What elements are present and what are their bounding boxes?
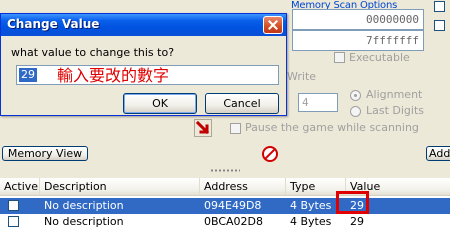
close-icon[interactable]: [263, 16, 283, 34]
right-edge-checkbox-1[interactable]: [434, 1, 445, 12]
add-address-button[interactable]: Add: [426, 146, 450, 161]
new-value-input[interactable]: 29 輸入要改的數字: [16, 65, 279, 85]
column-header-address[interactable]: Address: [200, 178, 286, 195]
table-header: Active Description Address Type Value: [0, 178, 450, 196]
stop-address-field[interactable]: 7fffffff: [292, 30, 424, 51]
stop-icon[interactable]: [262, 146, 278, 162]
column-header-description[interactable]: Description: [40, 178, 200, 195]
row-description: No description: [44, 199, 124, 212]
alignment-radio[interactable]: [350, 90, 361, 101]
dialog-prompt: what value to change this to?: [11, 46, 175, 59]
table-row[interactable]: No description 094E49D8 4 Bytes 29: [0, 198, 450, 214]
alignment-value-field[interactable]: 4: [298, 93, 338, 112]
start-address-field[interactable]: 00000000: [292, 9, 424, 30]
last-digits-label: Last Digits: [366, 104, 425, 117]
ok-button[interactable]: OK: [123, 93, 197, 114]
pause-game-label: Pause the game while scanning: [245, 121, 419, 134]
pause-game-checkbox[interactable]: [230, 123, 241, 134]
add-to-list-arrow-icon[interactable]: [194, 119, 212, 137]
new-value-text: 29: [19, 68, 37, 82]
executable-checkbox[interactable]: [334, 52, 345, 63]
last-digits-radio[interactable]: [350, 106, 361, 117]
dialog-title: Change Value: [7, 17, 100, 31]
right-edge-checkbox-2[interactable]: [434, 20, 445, 31]
writable-label: Write: [287, 70, 317, 83]
row-active-checkbox[interactable]: [8, 216, 19, 227]
column-header-active[interactable]: Active: [0, 178, 40, 195]
memory-view-button[interactable]: Memory View: [2, 146, 88, 161]
address-list-table: Active Description Address Type Value No…: [0, 178, 450, 247]
row-type: 4 Bytes: [290, 199, 332, 212]
change-value-dialog: Change Value what value to change this t…: [0, 13, 287, 116]
cancel-button[interactable]: Cancel: [205, 93, 279, 114]
row-type: 4 Bytes: [290, 215, 332, 228]
row-address: 094E49D8: [204, 199, 262, 212]
row-active-checkbox[interactable]: [8, 200, 19, 211]
annotation-text: 輸入要改的數字: [57, 66, 170, 85]
alignment-label: Alignment: [366, 88, 423, 101]
splitter-handle[interactable]: [210, 169, 240, 172]
row-address: 0BCA02D8: [204, 215, 264, 228]
row-description: No description: [44, 215, 124, 228]
value-highlight-annotation: [336, 191, 369, 214]
executable-label: Executable: [349, 51, 410, 64]
row-value[interactable]: 29: [346, 214, 364, 230]
dialog-title-bar[interactable]: Change Value: [1, 14, 286, 36]
table-row[interactable]: No description 0BCA02D8 4 Bytes 29: [0, 214, 450, 230]
